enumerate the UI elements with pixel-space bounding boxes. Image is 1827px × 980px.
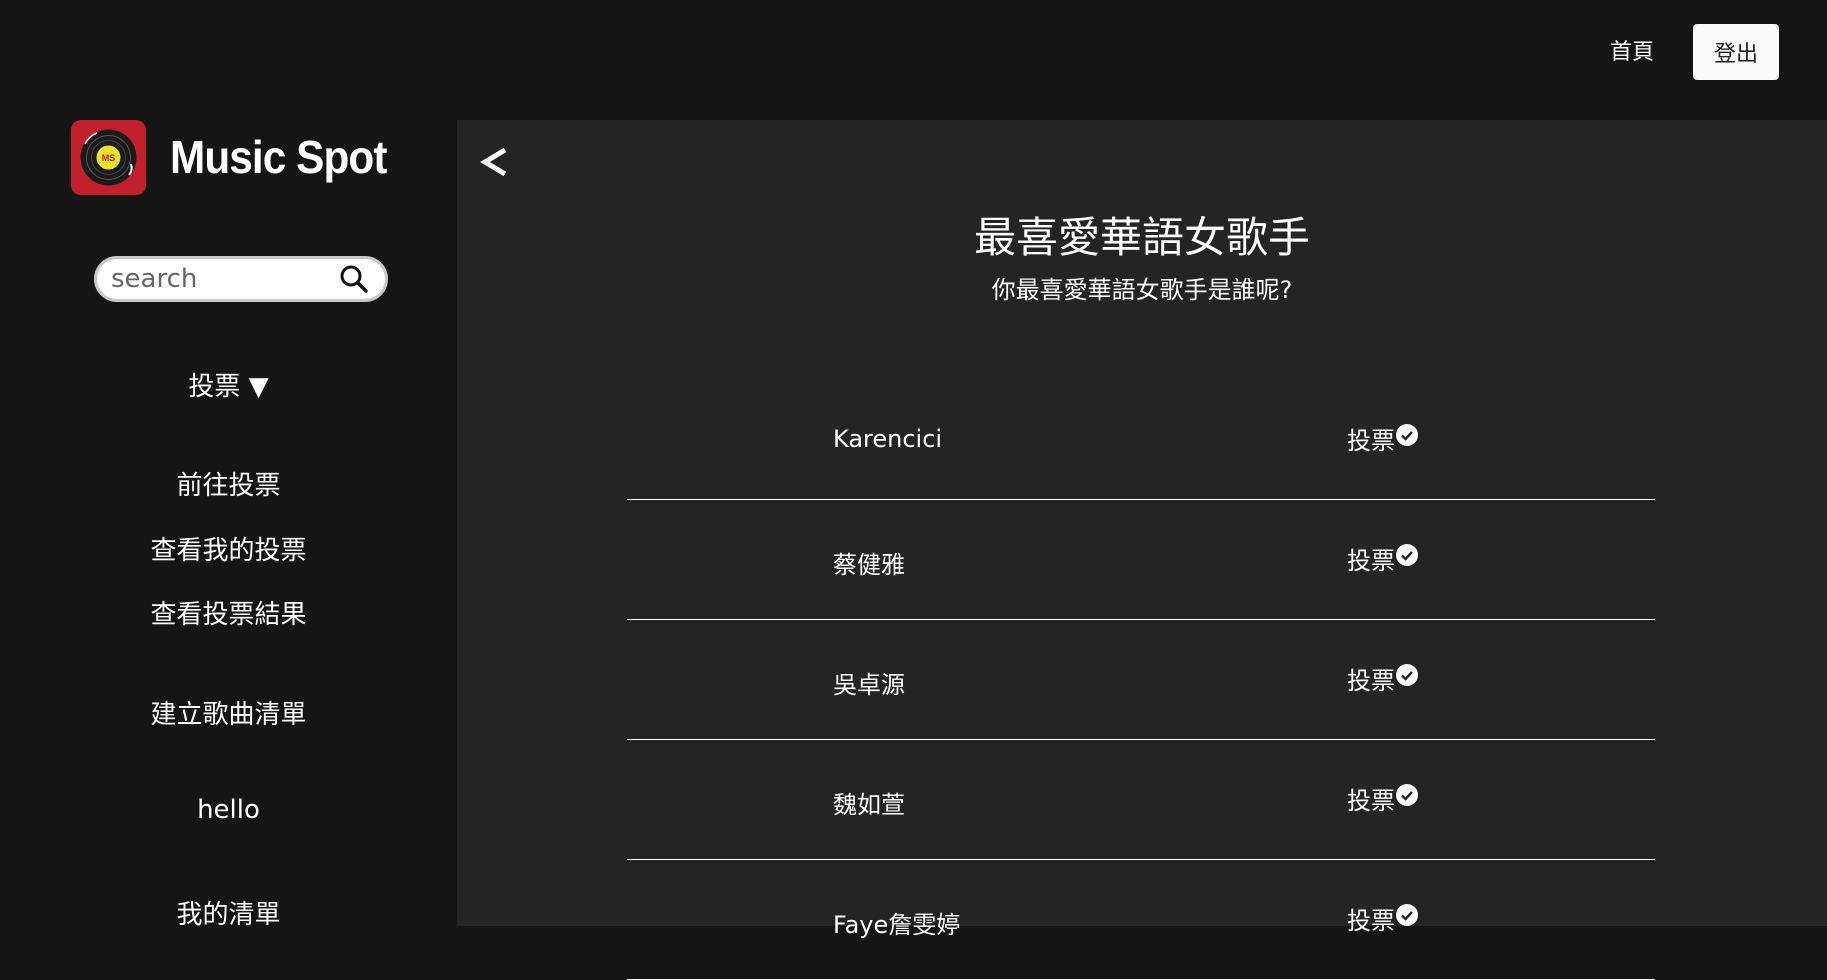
candidate-name: Faye詹雯婷 [833,911,961,939]
vote-button-label: 投票 [1347,906,1395,935]
vote-button-label: 投票 [1347,666,1395,695]
candidate-name: 魏如萱 [833,791,905,819]
vote-button[interactable]: 投票 [1347,423,1419,455]
sidebar-vote-dropdown[interactable]: 投票 ▼ [0,366,457,403]
candidate-row: Faye詹雯婷 投票 [627,860,1655,980]
candidate-row: 魏如萱 投票 [627,740,1655,860]
vote-button[interactable]: 投票 [1347,783,1419,815]
main-content: 最喜愛華語女歌手 你最喜愛華語女歌手是誰呢? Karencici 投票 蔡健雅 … [457,120,1827,980]
vote-button-label: 投票 [1347,786,1395,815]
candidate-name: 吳卓源 [833,671,905,699]
check-circle-icon [1395,663,1419,693]
candidate-name: 蔡健雅 [833,551,905,579]
sidebar-item-create-playlist[interactable]: 建立歌曲清單 [0,694,457,731]
sidebar-item-my-playlists[interactable]: 我的清單 [0,894,457,931]
sidebar-item-my-votes[interactable]: 查看我的投票 [0,530,457,567]
vote-button[interactable]: 投票 [1347,663,1419,695]
search-icon[interactable] [339,264,369,298]
vote-description: 你最喜愛華語女歌手是誰呢? [991,276,1293,304]
vote-title: 最喜愛華語女歌手 [973,213,1310,262]
check-circle-icon [1395,783,1419,813]
vote-button[interactable]: 投票 [1347,543,1419,575]
vote-button[interactable]: 投票 [1347,903,1419,935]
sidebar-item-go-vote[interactable]: 前往投票 [0,465,457,502]
nav-home-link[interactable]: 首頁 [1610,36,1654,70]
search-input[interactable] [111,263,331,295]
candidate-row: 蔡健雅 投票 [627,500,1655,620]
candidate-row: Karencici 投票 [627,380,1655,500]
sidebar: MS Music Spot 投票 ▼ 前往投票 查看我的投票 查看投票結果 建立… [0,120,457,930]
vinyl-record-icon[interactable]: MS [71,120,146,195]
logout-button[interactable]: 登出 [1693,24,1779,80]
back-icon[interactable] [477,140,513,184]
search-box [94,256,388,302]
top-navbar: 首頁 登出 [0,0,1827,120]
candidate-name: Karencici [833,425,943,453]
vote-button-label: 投票 [1347,546,1395,575]
candidate-row: 吳卓源 投票 [627,620,1655,740]
check-circle-icon [1395,543,1419,573]
sidebar-item-vote-results[interactable]: 查看投票結果 [0,594,457,631]
brand-name: Music Spot [170,131,387,183]
sidebar-item-hello[interactable]: hello [0,795,457,825]
check-circle-icon [1395,423,1419,453]
svg-text:MS: MS [102,153,116,163]
check-circle-icon [1395,903,1419,933]
vote-button-label: 投票 [1347,426,1395,455]
candidate-list: Karencici 投票 蔡健雅 投票 吳卓源 投票 魏如萱 投票 Faye詹雯… [627,380,1655,980]
